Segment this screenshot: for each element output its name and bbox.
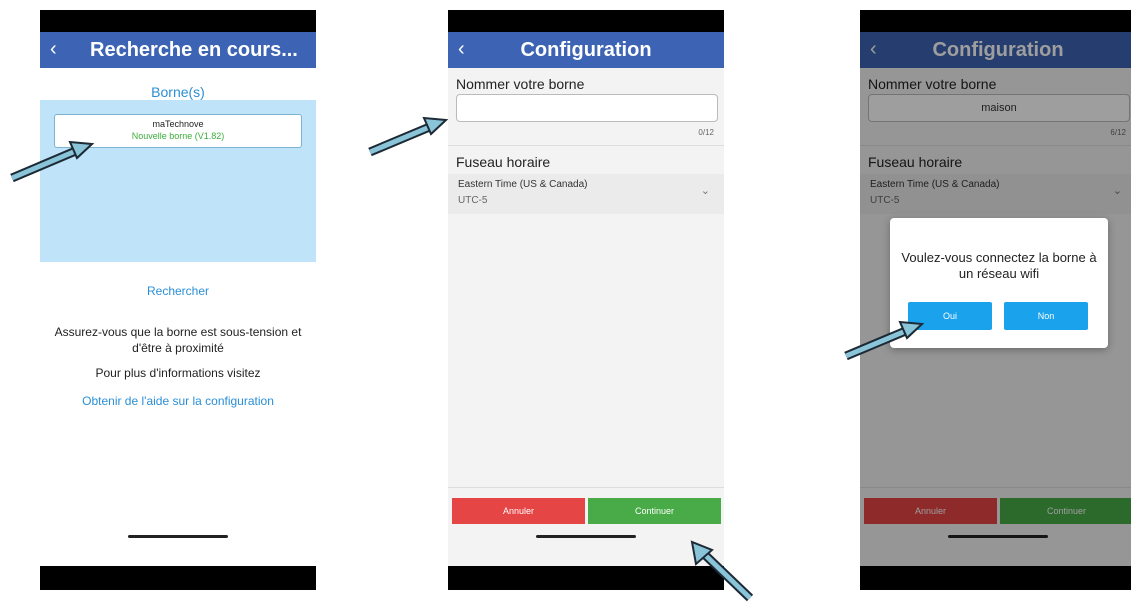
arrow-icon-name-field bbox=[368, 116, 449, 157]
arrow-icon-oui bbox=[844, 320, 925, 361]
arrow-icon-device bbox=[10, 140, 95, 183]
arrow-icon-continue bbox=[690, 540, 754, 602]
annotation-arrows bbox=[10, 116, 925, 602]
